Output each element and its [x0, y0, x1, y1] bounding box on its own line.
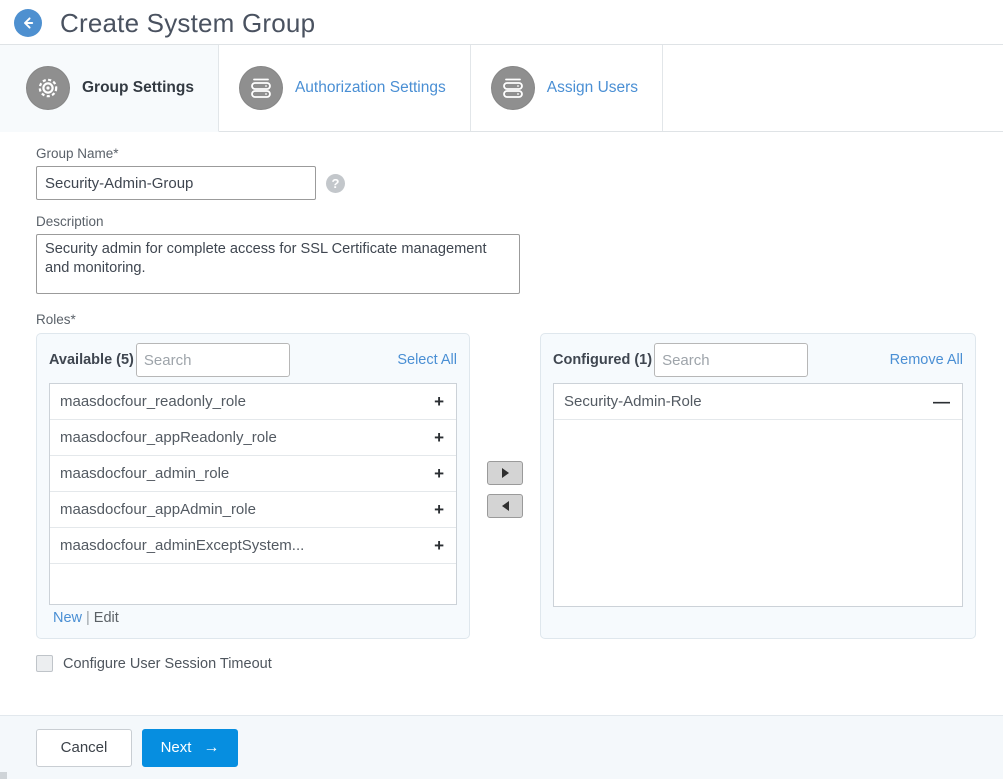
next-button-label: Next	[160, 739, 192, 756]
roles-label: Roles*	[36, 312, 76, 327]
configure-session-timeout-checkbox[interactable]	[36, 655, 53, 672]
tab-assign-users[interactable]: Assign Users	[470, 45, 664, 131]
tab-authorization-settings[interactable]: Authorization Settings	[218, 45, 471, 131]
arrow-right-icon: →	[203, 738, 220, 756]
list-item[interactable]: maasdocfour_readonly_role +	[50, 384, 456, 420]
list-item[interactable]: Security-Admin-Role —	[554, 384, 962, 420]
add-role-icon[interactable]: +	[434, 393, 444, 410]
available-roles-list[interactable]: maasdocfour_readonly_role + maasdocfour_…	[49, 383, 457, 605]
add-role-icon[interactable]: +	[434, 465, 444, 482]
description-input[interactable]	[36, 234, 520, 294]
triangle-left-icon	[501, 501, 509, 511]
group-name-row: ?	[36, 166, 1003, 200]
page-header: Create System Group	[0, 0, 1003, 44]
back-button[interactable]	[14, 9, 42, 37]
tab-label: Authorization Settings	[294, 79, 446, 96]
role-name: maasdocfour_appReadonly_role	[60, 429, 277, 446]
session-timeout-label: Configure User Session Timeout	[63, 655, 272, 672]
question-mark-icon[interactable]: ?	[326, 173, 345, 193]
available-roles-panel: Available (5) Select All maasdocfour_rea…	[36, 333, 470, 639]
move-left-button[interactable]	[487, 494, 523, 518]
edit-role-link[interactable]: Edit	[94, 610, 119, 626]
configured-panel-header: Configured (1) Remove All	[553, 343, 963, 377]
roles-dual-list: Available (5) Select All maasdocfour_rea…	[36, 333, 1003, 639]
server-stack-icon	[238, 66, 283, 110]
server-stack-icon	[490, 66, 535, 110]
cancel-button[interactable]: Cancel	[36, 728, 132, 767]
new-role-link[interactable]: New	[53, 610, 82, 626]
cancel-button-label: Cancel	[60, 739, 108, 756]
footer-separator: |	[86, 610, 90, 626]
tab-strip: Group Settings Authorization Settings As…	[0, 44, 1003, 132]
available-panel-header: Available (5) Select All	[49, 343, 457, 377]
tab-strip-filler	[663, 45, 1003, 131]
role-name: Security-Admin-Role	[564, 393, 702, 410]
group-name-label: Group Name*	[36, 146, 119, 161]
description-label: Description	[36, 214, 104, 229]
tab-label: Assign Users	[546, 79, 639, 96]
available-title: Available (5)	[49, 352, 134, 368]
list-item[interactable]: maasdocfour_appAdmin_role +	[50, 492, 456, 528]
select-all-link[interactable]: Select All	[397, 352, 457, 368]
list-item[interactable]: maasdocfour_admin_role +	[50, 456, 456, 492]
configured-roles-list[interactable]: Security-Admin-Role —	[553, 383, 963, 607]
add-role-icon[interactable]: +	[434, 501, 444, 518]
list-item[interactable]: maasdocfour_appReadonly_role +	[50, 420, 456, 456]
scroll-corner	[0, 772, 7, 779]
form-body: Group Name* ? Description Roles* Availab…	[0, 132, 1003, 683]
role-name: maasdocfour_appAdmin_role	[60, 501, 256, 518]
next-button[interactable]: Next →	[142, 728, 238, 767]
gear-icon	[26, 66, 70, 110]
tab-group-settings[interactable]: Group Settings	[0, 45, 219, 132]
page-title: Create System Group	[60, 7, 316, 38]
role-name: maasdocfour_adminExceptSystem...	[60, 537, 305, 554]
tab-label: Group Settings	[82, 79, 194, 96]
add-role-icon[interactable]: +	[434, 429, 444, 446]
list-item[interactable]: maasdocfour_adminExceptSystem... +	[50, 528, 456, 564]
available-panel-footer: New | Edit	[49, 605, 457, 626]
footer-action-bar: Cancel Next →	[0, 715, 1003, 779]
group-name-input[interactable]	[36, 166, 316, 200]
role-name: maasdocfour_admin_role	[60, 465, 230, 482]
session-timeout-row[interactable]: Configure User Session Timeout	[36, 655, 1003, 672]
add-role-icon[interactable]: +	[434, 537, 444, 554]
role-name: maasdocfour_readonly_role	[60, 393, 246, 410]
configured-search-input[interactable]	[654, 343, 809, 377]
available-search-input[interactable]	[135, 343, 290, 377]
remove-role-icon[interactable]: —	[933, 393, 950, 410]
remove-all-link[interactable]: Remove All	[890, 352, 963, 368]
triangle-right-icon	[501, 468, 509, 478]
configured-title: Configured (1)	[553, 352, 653, 368]
configured-roles-panel: Configured (1) Remove All Security-Admin…	[540, 333, 976, 639]
arrow-left-circle-icon	[20, 15, 36, 31]
mover-buttons	[470, 333, 540, 518]
move-right-button[interactable]	[487, 461, 523, 485]
